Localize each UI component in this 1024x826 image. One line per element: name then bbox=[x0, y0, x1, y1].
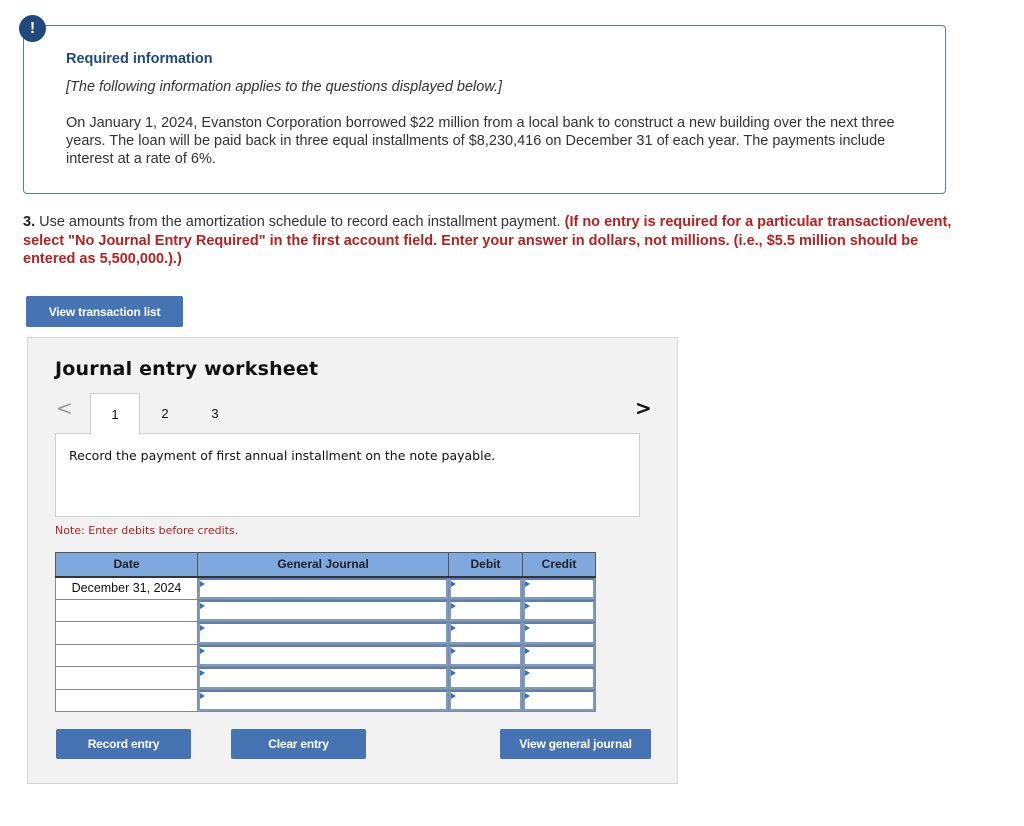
chevron-left-icon[interactable]: < bbox=[56, 396, 73, 420]
info-subtitle: [The following information applies to th… bbox=[66, 79, 503, 95]
credit-input[interactable] bbox=[523, 644, 595, 666]
journal-entry-worksheet: Journal entry worksheet < 1 2 3 > Record… bbox=[27, 337, 678, 784]
tab-2[interactable]: 2 bbox=[140, 393, 190, 434]
transaction-description: Record the payment of first annual insta… bbox=[55, 433, 640, 517]
table-row bbox=[55, 688, 596, 712]
worksheet-title: Journal entry worksheet bbox=[55, 358, 319, 380]
question-instruction: Use amounts from the amortization schedu… bbox=[35, 214, 565, 230]
debit-input[interactable] bbox=[449, 689, 522, 711]
account-input[interactable] bbox=[198, 689, 448, 711]
header-date: Date bbox=[55, 552, 198, 578]
table-row bbox=[55, 643, 596, 667]
debit-input[interactable] bbox=[449, 599, 522, 621]
header-debit: Debit bbox=[448, 552, 523, 578]
date-cell: December 31, 2024 bbox=[55, 576, 198, 600]
tab-1[interactable]: 1 bbox=[90, 393, 140, 435]
table-row bbox=[55, 598, 596, 622]
header-credit: Credit bbox=[522, 552, 596, 578]
account-input[interactable] bbox=[198, 599, 448, 621]
account-input[interactable] bbox=[198, 667, 448, 689]
date-cell bbox=[55, 666, 198, 690]
date-cell bbox=[55, 688, 198, 712]
view-general-journal-button[interactable]: View general journal bbox=[500, 729, 651, 759]
record-entry-button[interactable]: Record entry bbox=[56, 729, 191, 759]
debit-input[interactable] bbox=[449, 622, 522, 644]
debit-input[interactable] bbox=[449, 577, 522, 599]
account-input[interactable] bbox=[198, 577, 448, 599]
info-title: Required information bbox=[66, 51, 213, 67]
journal-table: Date General Journal Debit Credit Decemb… bbox=[55, 552, 596, 712]
credit-input[interactable] bbox=[523, 667, 595, 689]
debit-input[interactable] bbox=[449, 667, 522, 689]
date-cell bbox=[55, 598, 198, 622]
table-row: December 31, 2024 bbox=[55, 576, 596, 600]
required-information-box: Required information [The following info… bbox=[23, 25, 946, 194]
credit-input[interactable] bbox=[523, 577, 595, 599]
credit-input[interactable] bbox=[523, 689, 595, 711]
date-cell bbox=[55, 621, 198, 645]
debits-credits-note: Note: Enter debits before credits. bbox=[55, 524, 239, 537]
table-row bbox=[55, 621, 596, 645]
table-row bbox=[55, 666, 596, 690]
view-transaction-list-button[interactable]: View transaction list bbox=[26, 296, 183, 327]
credit-input[interactable] bbox=[523, 622, 595, 644]
question-number: 3. bbox=[23, 214, 36, 230]
date-cell bbox=[55, 643, 198, 667]
debit-input[interactable] bbox=[449, 644, 522, 666]
exclamation-icon: ! bbox=[19, 15, 46, 42]
credit-input[interactable] bbox=[523, 599, 595, 621]
tab-3[interactable]: 3 bbox=[190, 393, 240, 434]
account-input[interactable] bbox=[198, 644, 448, 666]
question-text: 3. Use amounts from the amortization sch… bbox=[23, 213, 953, 269]
chevron-right-icon[interactable]: > bbox=[635, 396, 652, 420]
journal-header-row: Date General Journal Debit Credit bbox=[55, 552, 596, 578]
clear-entry-button[interactable]: Clear entry bbox=[231, 729, 366, 759]
header-general-journal: General Journal bbox=[197, 552, 449, 578]
info-body: On January 1, 2024, Evanston Corporation… bbox=[66, 115, 895, 167]
account-input[interactable] bbox=[198, 622, 448, 644]
